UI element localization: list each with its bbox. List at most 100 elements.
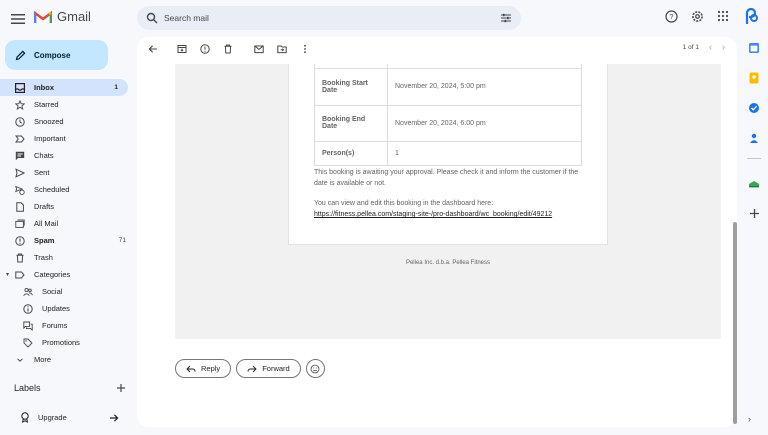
sidebar-item-label: Drafts (34, 202, 55, 211)
sidebar-item-inbox[interactable]: Inbox 1 (0, 79, 128, 96)
more-vert-icon (304, 44, 306, 54)
move-to-button[interactable] (275, 42, 289, 56)
sidebar-item-label: Inbox (34, 83, 54, 92)
search-icon[interactable] (146, 12, 158, 24)
clock-icon (14, 116, 26, 128)
persons-value: 1 (387, 140, 582, 166)
chevron-right-icon[interactable]: › (722, 42, 725, 52)
plus-icon (749, 208, 759, 218)
expand-caret-icon: ▾ (6, 272, 10, 278)
arrow-right-icon (110, 413, 119, 422)
back-button[interactable] (146, 42, 160, 56)
sidebar-item-sent[interactable]: Sent (0, 164, 136, 181)
sidebar-item-social[interactable]: Social (0, 283, 136, 300)
plus-icon[interactable] (116, 383, 126, 393)
chevron-left-icon[interactable]: ‹ (709, 42, 712, 52)
sidebar-item-drafts[interactable]: Drafts (0, 198, 136, 215)
sidebar-item-label: Important (34, 134, 66, 143)
sidebar-item-label: Promotions (42, 338, 80, 347)
sidebar-item-categories[interactable]: ▾ Categories (0, 266, 136, 283)
sidebar-item-updates[interactable]: Updates (0, 300, 136, 317)
keep-app-button[interactable] (743, 68, 765, 88)
apps-grid-icon (717, 10, 729, 22)
report-icon (200, 44, 210, 54)
sidebar-item-label: Spam (34, 236, 55, 245)
keep-icon (749, 72, 759, 84)
delete-button[interactable] (221, 42, 235, 56)
table-row: Booking End Date November 20, 2024, 6:00 … (314, 104, 582, 142)
booking-end-key: Booking End Date (314, 104, 388, 142)
more-options-button[interactable] (298, 42, 312, 56)
gmail-logo[interactable]: Gmail (34, 9, 91, 24)
sidebar-item-important[interactable]: Important (0, 130, 136, 147)
sidebar-item-snoozed[interactable]: Snoozed (0, 113, 136, 130)
sidebar-item-label: More (34, 355, 52, 364)
main-menu-button[interactable] (10, 11, 26, 27)
expand-panel-chevron-icon[interactable]: › (748, 414, 751, 424)
table-row: Booking Start Date November 20, 2024, 5:0… (314, 67, 582, 106)
contacts-icon (750, 133, 758, 143)
pellea-logo-icon (745, 7, 758, 24)
archive-button[interactable] (175, 42, 189, 56)
sidebar-item-trash[interactable]: Trash (0, 249, 136, 266)
sidebar-item-label: Snoozed (34, 117, 64, 126)
unread-count: 1 (114, 84, 118, 91)
sidebar-item-starred[interactable]: Starred (0, 96, 136, 113)
hamburger-icon (11, 14, 25, 24)
upgrade-button[interactable]: Upgrade (10, 409, 125, 426)
sidebar-item-scheduled[interactable]: Scheduled (0, 181, 136, 198)
booking-start-key: Booking Start Date (314, 67, 388, 106)
gear-icon (691, 10, 703, 22)
top-right-actions: ? (664, 7, 760, 24)
emoji-icon (310, 364, 320, 373)
app-name: Gmail (57, 9, 91, 24)
approval-message: This booking is awaiting your approval. … (314, 169, 579, 187)
search-options-icon[interactable] (500, 12, 512, 24)
arrow-left-icon (148, 45, 157, 53)
tasks-app-button[interactable] (743, 98, 765, 118)
scrollbar-thumb[interactable] (733, 222, 737, 424)
draft-icon (14, 201, 26, 213)
search-input[interactable]: Search mail (164, 13, 500, 23)
addon-app-button[interactable] (743, 173, 765, 193)
spam-icon (14, 235, 26, 247)
persons-key: Person(s) (314, 140, 388, 166)
report-spam-button[interactable] (198, 42, 212, 56)
inbox-icon (14, 82, 26, 94)
sidebar-item-label: Updates (42, 304, 70, 313)
top-bar: Gmail Search mail ? (0, 0, 768, 38)
settings-button[interactable] (690, 9, 704, 23)
compose-button[interactable]: Compose (5, 40, 108, 70)
get-addons-button[interactable] (743, 203, 765, 223)
all-mail-icon (14, 218, 26, 230)
sidebar-item-spam[interactable]: Spam 71 (0, 232, 136, 249)
trash-icon (14, 252, 26, 264)
support-button[interactable]: ? (664, 9, 678, 23)
forward-button[interactable]: Forward (236, 359, 301, 378)
search-bar[interactable]: Search mail (137, 6, 521, 30)
dashboard-link[interactable]: https://fitness.pellea.com/staging-site-… (314, 211, 552, 218)
help-icon: ? (664, 9, 678, 23)
move-to-icon (277, 45, 287, 54)
sidebar-item-promotions[interactable]: Promotions (0, 334, 136, 351)
contacts-app-button[interactable] (743, 128, 765, 148)
tag-icon (22, 337, 34, 349)
emoji-reaction-button[interactable] (305, 359, 325, 378)
reply-button[interactable]: Reply (175, 359, 232, 378)
calendar-app-button[interactable] (743, 38, 765, 58)
account-button[interactable] (742, 7, 760, 24)
google-apps-button[interactable] (716, 9, 730, 23)
pencil-icon (15, 50, 26, 60)
mark-unread-button[interactable] (252, 42, 266, 56)
compose-label: Compose (34, 50, 71, 60)
sidebar-item-label: Chats (34, 151, 54, 160)
svg-text:?: ? (669, 14, 673, 21)
sidebar-item-chats[interactable]: Chats (0, 147, 136, 164)
message-toolbar: 1 of 1 ‹ › (137, 37, 737, 61)
sidebar-item-label: All Mail (34, 219, 59, 228)
sidebar-item-more[interactable]: More (0, 351, 136, 368)
sidebar-item-all-mail[interactable]: All Mail (0, 215, 136, 232)
booking-details-table: Booking Start Date November 20, 2024, 5:0… (314, 64, 582, 166)
upgrade-label: Upgrade (38, 413, 67, 422)
sidebar-item-forums[interactable]: Forums (0, 317, 136, 334)
